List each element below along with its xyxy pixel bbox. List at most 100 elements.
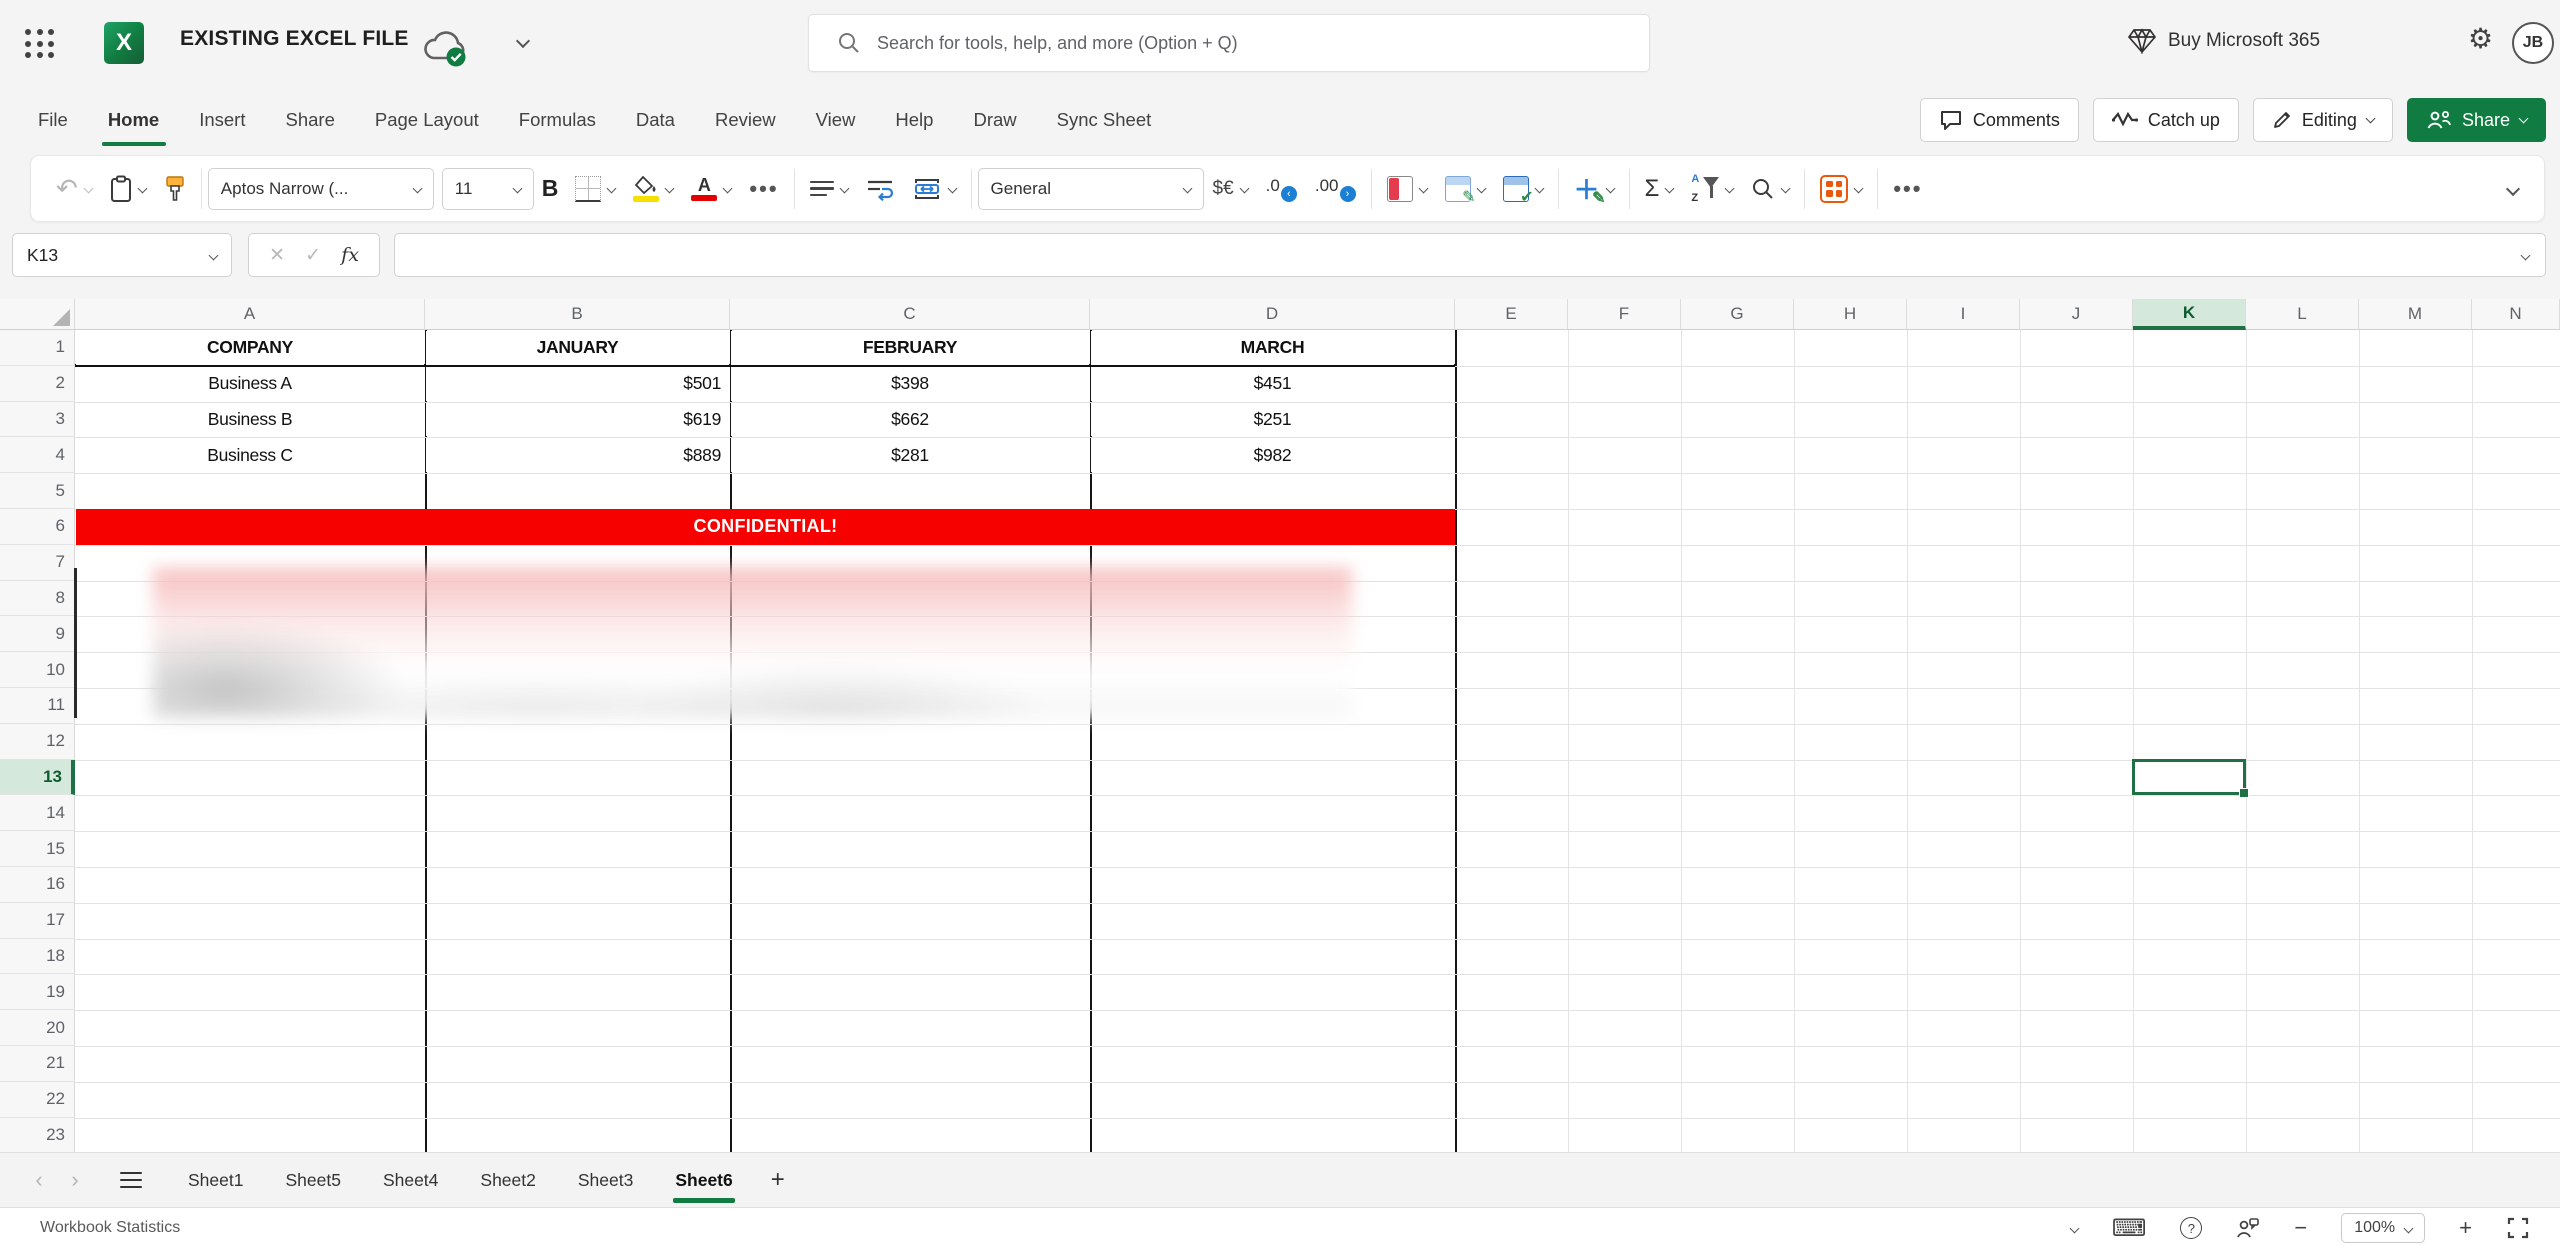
- cell-A1[interactable]: COMPANY: [76, 331, 424, 365]
- app-launcher-icon[interactable]: [22, 26, 58, 62]
- decrease-decimal-button[interactable]: .0 ‹: [1257, 176, 1306, 202]
- sort-filter-button[interactable]: AZ: [1682, 173, 1742, 204]
- font-color-button[interactable]: A: [682, 176, 740, 201]
- selection-K13[interactable]: [2132, 758, 2249, 799]
- column-header-B[interactable]: B: [425, 299, 730, 330]
- workbook-statistics-button[interactable]: Workbook Statistics: [40, 1219, 180, 1237]
- conditional-formatting-button[interactable]: [1378, 175, 1436, 202]
- expand-formula-bar-chevron-icon[interactable]: [2520, 250, 2531, 260]
- column-header-J[interactable]: J: [2020, 299, 2133, 330]
- row-header-20[interactable]: 20: [0, 1010, 75, 1046]
- cell-A2[interactable]: Business A: [76, 366, 424, 401]
- row-header-5[interactable]: 5: [0, 473, 75, 509]
- undo-button[interactable]: ↶: [47, 173, 101, 204]
- fill-handle[interactable]: [2239, 788, 2249, 799]
- cell-C4[interactable]: $281: [731, 438, 1089, 473]
- column-header-E[interactable]: E: [1455, 299, 1568, 330]
- previous-sheet-chevron-icon[interactable]: ‹: [26, 1167, 52, 1193]
- cell-A3[interactable]: Business B: [76, 402, 424, 437]
- paste-button[interactable]: [101, 175, 155, 203]
- find-button[interactable]: [1742, 177, 1798, 201]
- document-title[interactable]: EXISTING EXCEL FILE: [180, 27, 409, 51]
- menu-tab-view[interactable]: View: [814, 103, 858, 137]
- column-header-F[interactable]: F: [1568, 299, 1681, 330]
- menu-tab-review[interactable]: Review: [713, 103, 778, 137]
- help-icon[interactable]: ?: [2180, 1217, 2203, 1239]
- cell-styles-button[interactable]: ✔: [1494, 175, 1552, 206]
- cell-D3[interactable]: $251: [1091, 402, 1454, 437]
- merge-cells-button[interactable]: [903, 176, 965, 202]
- alignment-button[interactable]: [801, 180, 857, 197]
- next-sheet-chevron-icon[interactable]: ›: [62, 1167, 88, 1193]
- column-header-K[interactable]: K: [2133, 299, 2246, 330]
- title-menu-chevron-icon[interactable]: [515, 33, 531, 49]
- row-header-14[interactable]: 14: [0, 795, 75, 832]
- all-sheets-menu-icon[interactable]: [120, 1171, 142, 1189]
- search-input[interactable]: [877, 32, 1577, 54]
- sheet-tab-sheet2[interactable]: Sheet2: [478, 1160, 537, 1201]
- menu-tab-home[interactable]: Home: [106, 103, 161, 137]
- cell-C2[interactable]: $398: [731, 366, 1089, 401]
- sheet-tab-sheet6[interactable]: Sheet6: [673, 1160, 736, 1203]
- row-header-1[interactable]: 1: [0, 330, 75, 366]
- row-header-10[interactable]: 10: [0, 652, 75, 688]
- formula-bar[interactable]: [394, 233, 2546, 277]
- select-all-corner[interactable]: [0, 299, 75, 330]
- feedback-icon[interactable]: [2236, 1217, 2260, 1239]
- font-name-select[interactable]: Aptos Narrow (...: [207, 167, 434, 210]
- currency-format-button[interactable]: $€: [1204, 178, 1257, 200]
- cell-B2[interactable]: $501: [426, 366, 729, 401]
- cell-B1[interactable]: JANUARY: [426, 331, 729, 365]
- account-avatar[interactable]: JB: [2512, 22, 2554, 64]
- row-header-16[interactable]: 16: [0, 867, 75, 903]
- cell-D2[interactable]: $451: [1091, 366, 1454, 401]
- menu-tab-insert[interactable]: Insert: [197, 103, 247, 137]
- sheet-tab-sheet1[interactable]: Sheet1: [186, 1160, 245, 1201]
- sheet-tab-sheet3[interactable]: Sheet3: [576, 1160, 635, 1201]
- menu-tab-help[interactable]: Help: [893, 103, 935, 137]
- sheet-grid[interactable]: A B C D E F G H I J K L M N 1 2 3 4 5 6 7 8 9 10 11 12 13 14 15 16 17 1…: [0, 299, 2560, 1152]
- row-header-6[interactable]: 6: [0, 509, 75, 545]
- number-format-select[interactable]: General: [977, 167, 1204, 210]
- row-header-7[interactable]: 7: [0, 544, 75, 581]
- autosum-button[interactable]: Σ: [1636, 175, 1683, 203]
- insert-cells-button[interactable]: ＋ ✎: [1565, 175, 1623, 207]
- excel-logo-icon[interactable]: X: [104, 22, 144, 64]
- cell-D1[interactable]: MARCH: [1091, 331, 1454, 365]
- status-chevron-icon[interactable]: [2069, 1223, 2080, 1233]
- editing-mode-button[interactable]: Editing: [2252, 98, 2393, 142]
- column-header-N[interactable]: N: [2472, 299, 2560, 330]
- cell-C3[interactable]: $662: [731, 402, 1089, 437]
- column-header-L[interactable]: L: [2246, 299, 2359, 330]
- fullscreen-icon[interactable]: [2506, 1216, 2530, 1240]
- row-header-2[interactable]: 2: [0, 365, 75, 402]
- menu-tab-file[interactable]: File: [36, 103, 70, 137]
- buy-microsoft-365-button[interactable]: Buy Microsoft 365: [2128, 28, 2320, 54]
- font-overflow-button[interactable]: •••: [740, 176, 787, 202]
- column-header-M[interactable]: M: [2359, 299, 2472, 330]
- row-header-3[interactable]: 3: [0, 401, 75, 438]
- row-header-22[interactable]: 22: [0, 1081, 75, 1118]
- menu-tab-data[interactable]: Data: [634, 103, 677, 137]
- saved-to-cloud-icon[interactable]: [420, 28, 472, 68]
- cell-B4[interactable]: $889: [426, 438, 729, 473]
- fill-color-button[interactable]: [624, 175, 682, 202]
- row-header-9[interactable]: 9: [0, 616, 75, 653]
- row-header-15[interactable]: 15: [0, 831, 75, 867]
- cell-A4[interactable]: Business C: [76, 438, 424, 473]
- insert-function-icon[interactable]: fx: [341, 244, 359, 266]
- zoom-in-button[interactable]: +: [2459, 1215, 2472, 1241]
- column-header-G[interactable]: G: [1681, 299, 1794, 330]
- row-header-13[interactable]: 13: [0, 759, 75, 796]
- sheet-tab-sheet5[interactable]: Sheet5: [283, 1160, 342, 1201]
- catch-up-button[interactable]: Catch up: [2092, 98, 2239, 142]
- collapse-ribbon-chevron-icon[interactable]: [2505, 181, 2521, 196]
- menu-tab-sync-sheet[interactable]: Sync Sheet: [1055, 103, 1154, 137]
- increase-decimal-button[interactable]: .00 ›: [1306, 176, 1365, 202]
- keyboard-icon[interactable]: ⌨: [2112, 1214, 2147, 1243]
- row-header-23[interactable]: 23: [0, 1117, 75, 1152]
- row-header-8[interactable]: 8: [0, 580, 75, 617]
- sheet-tab-sheet4[interactable]: Sheet4: [381, 1160, 440, 1201]
- ribbon-overflow-button[interactable]: •••: [1884, 176, 1931, 202]
- cell-B3[interactable]: $619: [426, 402, 729, 437]
